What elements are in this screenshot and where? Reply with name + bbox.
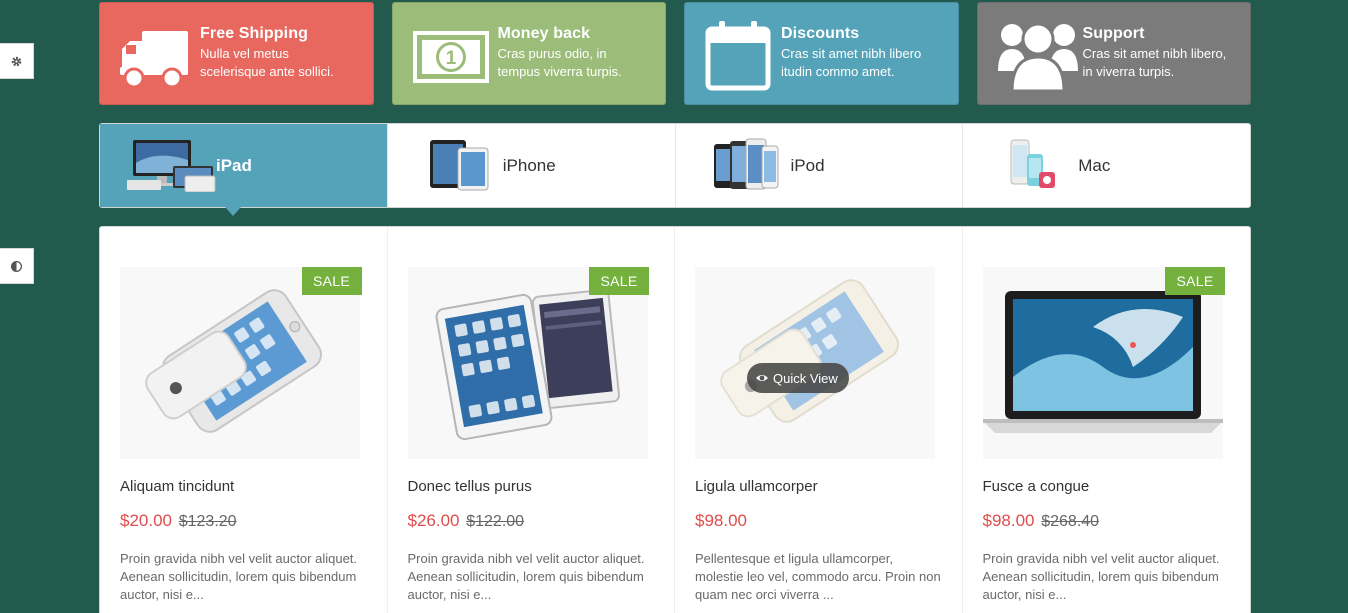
product-image[interactable] <box>982 267 1223 459</box>
feature-desc: in viverra turpis. <box>1082 64 1175 79</box>
tab-label: iPod <box>790 156 825 175</box>
ipod-thumbnail <box>713 138 778 190</box>
active-tab-pointer <box>225 207 241 216</box>
feature-desc: itudin commo amet. <box>781 64 895 79</box>
money-icon: 1 <box>412 31 489 83</box>
quick-view-button[interactable]: Quick View <box>747 363 849 393</box>
macbook-image <box>982 291 1223 433</box>
gear-icon <box>11 56 22 66</box>
feature-title: Support <box>1082 25 1145 42</box>
tab-ipod[interactable]: iPod <box>676 124 964 207</box>
feature-desc: Cras sit amet nibh libero <box>781 46 922 61</box>
feature-title: Money back <box>497 25 591 42</box>
tab-iphone[interactable]: iPhone <box>388 124 676 207</box>
product-card[interactable]: SALE Fusce a congue $98.00 $268.40 Proin… <box>963 227 1251 613</box>
current-price: $98.00 <box>695 511 747 530</box>
old-price: $123.20 <box>178 513 237 530</box>
feature-title: Discounts <box>781 25 860 42</box>
feature-free-shipping: Free Shipping Nulla vel metus scelerisqu… <box>99 2 374 105</box>
eye-icon <box>756 375 768 381</box>
feature-desc: Cras purus odio, in <box>497 46 607 61</box>
iphone-white-image <box>145 289 322 433</box>
product-price: $98.00 $268.40 <box>983 511 1100 531</box>
product-description: Proin gravida nibh vel velit auctor aliq… <box>120 551 358 602</box>
svg-text:1: 1 <box>445 48 456 69</box>
product-name[interactable]: Donec tellus purus <box>408 478 532 495</box>
product-image[interactable] <box>407 267 648 459</box>
ipad-pair-image <box>435 288 620 441</box>
tab-label: Mac <box>1078 156 1111 175</box>
category-tabs: iPad iPhone iPod Mac <box>99 123 1251 216</box>
feature-desc: Nulla vel metus <box>200 46 289 61</box>
product-price: $98.00 <box>695 511 747 531</box>
product-price: $26.00 $122.00 <box>408 511 525 531</box>
product-description: Proin gravida nibh vel velit auctor aliq… <box>407 551 645 602</box>
product-name[interactable]: Aliquam tincidunt <box>120 478 234 495</box>
calendar-icon <box>705 21 771 91</box>
product-card[interactable]: SALE Donec tellus purus $26.00 $122.00 P… <box>388 227 675 613</box>
tab-ipad[interactable]: iPad <box>100 124 388 216</box>
tab-label: iPad <box>216 156 252 175</box>
product-price: $20.00 $123.20 <box>120 511 237 531</box>
truck-icon <box>120 31 188 89</box>
sale-badge: SALE <box>301 267 362 295</box>
old-price: $268.40 <box>1041 513 1100 530</box>
features-row: Free Shipping Nulla vel metus scelerisqu… <box>99 2 1251 105</box>
product-name[interactable]: Fusce a congue <box>983 478 1090 495</box>
mac-thumbnail <box>1010 139 1056 188</box>
current-price: $98.00 <box>982 511 1035 530</box>
feature-desc: scelerisque ante sollici. <box>200 64 334 79</box>
product-description: Proin gravida nibh vel velit auctor aliq… <box>982 551 1220 602</box>
feature-money-back: 1 Money back Cras purus odio, in tempus … <box>391 2 666 105</box>
tab-mac[interactable]: Mac <box>963 124 1250 207</box>
product-description: Pellentesque et ligula ullamcorper, mole… <box>695 551 941 602</box>
quick-view-label: Quick View <box>773 370 838 386</box>
sale-badge: SALE <box>1165 267 1225 295</box>
product-name[interactable]: Ligula ullamcorper <box>695 478 818 495</box>
feature-discounts: Discounts Cras sit amet nibh libero itud… <box>684 2 959 105</box>
ipad-thumbnail <box>127 140 216 192</box>
settings-toggle-button[interactable] <box>0 43 34 79</box>
tab-label: iPhone <box>502 156 556 175</box>
sale-badge: SALE <box>589 267 649 295</box>
feature-desc: tempus viverra turpis. <box>497 64 622 79</box>
feature-title: Free Shipping <box>200 25 308 42</box>
contrast-icon <box>10 260 23 272</box>
product-card[interactable]: SALE Aliquam tincidunt $20.00 $123.20 Pr… <box>100 227 388 613</box>
current-price: $26.00 <box>407 511 460 530</box>
old-price: $122.00 <box>466 513 525 530</box>
contrast-toggle-button[interactable] <box>0 248 34 284</box>
product-image[interactable] <box>120 267 360 459</box>
feature-desc: Cras sit amet nibh libero, <box>1082 46 1227 61</box>
product-grid: SALE Aliquam tincidunt $20.00 $123.20 Pr… <box>99 226 1251 613</box>
feature-support: Support Cras sit amet nibh libero, in vi… <box>976 2 1251 105</box>
iphone-thumbnail <box>429 140 489 191</box>
current-price: $20.00 <box>120 511 172 530</box>
product-card[interactable]: Quick View Ligula ullamcorper $98.00 Pel… <box>675 227 963 613</box>
users-icon <box>997 22 1078 91</box>
